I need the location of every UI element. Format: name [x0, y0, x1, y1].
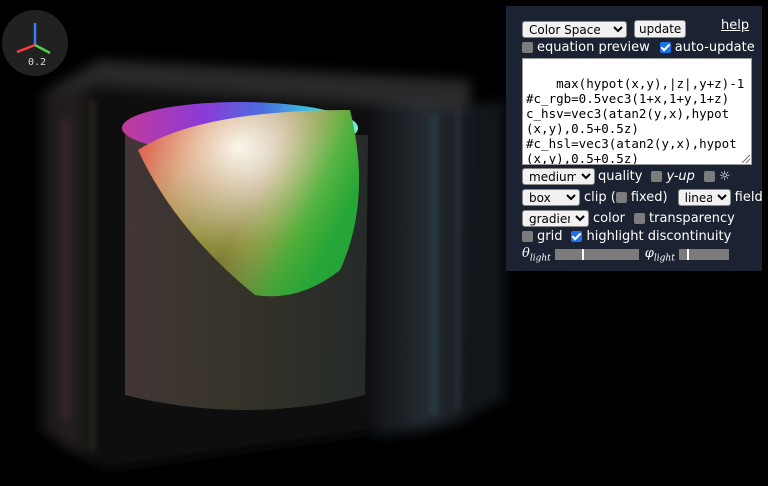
preset-select[interactable]: Color Space: [522, 20, 627, 38]
equation-text: max(hypot(x,y),|z|,y+z)-1 #c_rgb=0.5vec3…: [526, 76, 745, 165]
equation-preview-checkbox[interactable]: [522, 42, 533, 53]
clip-fixed-label: fixed): [630, 190, 668, 205]
phi-light-slider[interactable]: [678, 249, 729, 261]
transparency-label: transparency: [649, 211, 735, 226]
equation-editor[interactable]: max(hypot(x,y),|z|,y+z)-1 #c_rgb=0.5vec3…: [522, 58, 752, 165]
quality-label: quality: [598, 169, 643, 184]
grid-checkbox[interactable]: [522, 231, 533, 242]
theta-light-label: θlight: [522, 246, 551, 264]
auto-update-checkbox[interactable]: [659, 42, 671, 53]
clip-label: clip (: [584, 190, 616, 205]
control-panel: Color Space update help equation preview…: [506, 6, 763, 271]
equation-preview-label: equation preview: [537, 40, 650, 55]
y-axis-line: [34, 43, 51, 55]
clip-select[interactable]: box: [522, 189, 580, 206]
axis-gizmo[interactable]: 0.2: [2, 10, 68, 76]
light-toggle-checkbox[interactable]: [703, 171, 715, 182]
field-select[interactable]: linear: [677, 189, 731, 206]
phi-light-label: φlight: [644, 246, 675, 264]
quality-select[interactable]: medium: [522, 168, 595, 185]
auto-update-label: auto-update: [674, 40, 755, 55]
color-select[interactable]: gradient: [522, 210, 589, 227]
theta-light-thumb[interactable]: [581, 249, 584, 261]
clip-fixed-checkbox[interactable]: [615, 192, 627, 203]
grid-label: grid: [537, 229, 563, 244]
field-label: field: [734, 190, 763, 205]
update-button[interactable]: update: [634, 20, 687, 38]
axis-scale-label: 0.2: [27, 57, 47, 68]
x-axis-line: [16, 43, 36, 54]
highlight-discontinuity-checkbox[interactable]: [571, 231, 583, 242]
highlight-discontinuity-label: highlight discontinuity: [586, 229, 732, 244]
phi-light-thumb[interactable]: [687, 249, 690, 261]
y-up-label: y-up: [666, 169, 695, 184]
color-label: color: [593, 211, 626, 226]
help-link[interactable]: help: [721, 18, 749, 33]
y-up-checkbox[interactable]: [651, 171, 663, 182]
sun-icon: ☼: [718, 169, 731, 184]
theta-light-slider[interactable]: [554, 249, 639, 261]
resize-grip-icon[interactable]: [742, 155, 750, 163]
transparency-checkbox[interactable]: [634, 213, 646, 224]
